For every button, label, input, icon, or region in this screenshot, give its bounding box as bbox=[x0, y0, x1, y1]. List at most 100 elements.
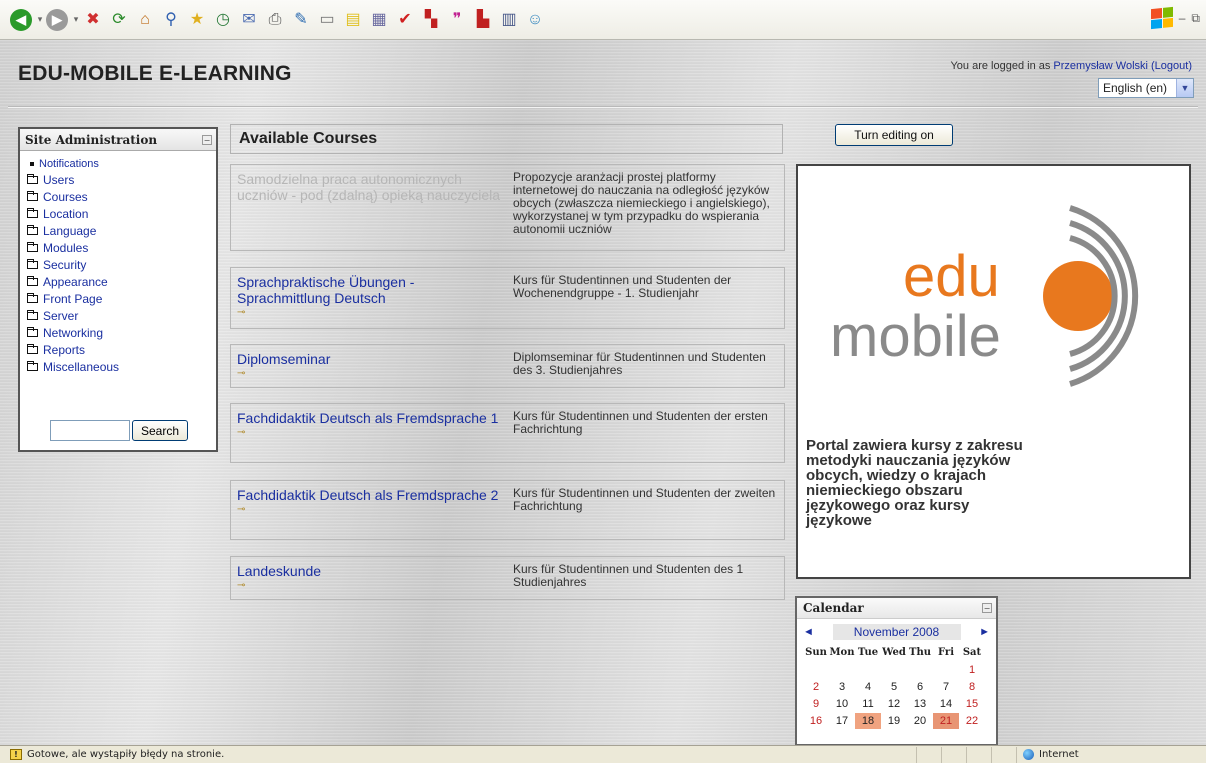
admin-item-appearance[interactable]: Appearance bbox=[27, 273, 216, 290]
folder-icon bbox=[27, 326, 38, 337]
calendar-day[interactable]: 20 bbox=[907, 713, 933, 729]
print-icon[interactable]: ⎙ bbox=[264, 9, 286, 31]
calendar-day[interactable]: 11 bbox=[855, 696, 881, 712]
calendar-empty-cell bbox=[855, 662, 881, 678]
language-select[interactable]: English (en) ▼ bbox=[1098, 78, 1194, 98]
edit-icon[interactable]: ✎ bbox=[290, 9, 312, 31]
admin-item-language[interactable]: Language bbox=[27, 222, 216, 239]
admin-search-button[interactable]: Search bbox=[132, 420, 189, 441]
admin-item-modules[interactable]: Modules bbox=[27, 239, 216, 256]
zone-label: Internet bbox=[1039, 749, 1079, 760]
admin-search: Search bbox=[50, 420, 189, 441]
course-link[interactable]: Samodzielna praca autonomicznych uczniów… bbox=[237, 171, 507, 203]
admin-item-networking[interactable]: Networking bbox=[27, 324, 216, 341]
folder-icon bbox=[27, 292, 38, 303]
course-link[interactable]: Landeskunde bbox=[237, 563, 507, 579]
calendar-day[interactable]: 10 bbox=[829, 696, 855, 712]
admin-item-users[interactable]: Users bbox=[27, 171, 216, 188]
calendar-day[interactable]: 3 bbox=[829, 679, 855, 695]
calendar-day[interactable]: 4 bbox=[855, 679, 881, 695]
translate-icon[interactable]: ▙ bbox=[472, 9, 494, 31]
folder-icon bbox=[27, 275, 38, 286]
calendar-day[interactable]: 21 bbox=[933, 713, 959, 729]
admin-item-miscellaneous[interactable]: Miscellaneous bbox=[27, 358, 216, 375]
favorites-icon[interactable]: ★ bbox=[186, 9, 208, 31]
forward-dropdown-icon[interactable]: ▾ bbox=[72, 14, 80, 25]
history-icon[interactable]: ◷ bbox=[212, 9, 234, 31]
calendar-day[interactable]: 13 bbox=[907, 696, 933, 712]
admin-search-input[interactable] bbox=[50, 420, 130, 441]
key-icon: ⊸ bbox=[237, 307, 246, 318]
admin-item-server[interactable]: Server bbox=[27, 307, 216, 324]
discuss-icon[interactable]: ▭ bbox=[316, 9, 338, 31]
calendar-day[interactable]: 9 bbox=[803, 696, 829, 712]
calendar-day[interactable]: 17 bbox=[829, 713, 855, 729]
admin-item-reports[interactable]: Reports bbox=[27, 341, 216, 358]
home-icon[interactable]: ⌂ bbox=[134, 9, 156, 31]
admin-item-notifications[interactable]: Notifications bbox=[27, 157, 216, 171]
calendar-day[interactable]: 16 bbox=[803, 713, 829, 729]
status-cell bbox=[916, 746, 941, 763]
calendar-weekday-label: Wed bbox=[882, 647, 906, 658]
calendar-day[interactable]: 14 bbox=[933, 696, 959, 712]
collapse-icon[interactable]: − bbox=[202, 134, 212, 145]
check-icon[interactable]: ✔ bbox=[394, 9, 416, 31]
calendar-day[interactable]: 18 bbox=[855, 713, 881, 729]
collapse-icon[interactable]: − bbox=[982, 603, 992, 613]
back-dropdown-icon[interactable]: ▾ bbox=[36, 14, 44, 25]
course-link[interactable]: Diplomseminar bbox=[237, 351, 507, 367]
flag-icon[interactable]: ▚ bbox=[420, 9, 442, 31]
calendar-day[interactable]: 12 bbox=[881, 696, 907, 712]
quote-icon[interactable]: ❞ bbox=[446, 9, 468, 31]
mail-icon[interactable]: ✉ bbox=[238, 9, 260, 31]
security-zone[interactable]: Internet bbox=[1016, 746, 1206, 763]
admin-item-front-page[interactable]: Front Page bbox=[27, 290, 216, 307]
course-row: Diplomseminar ⊸ Diplomseminar für Studen… bbox=[230, 344, 785, 388]
restore-icon[interactable]: ⧉ bbox=[1191, 11, 1200, 26]
calendar-day[interactable]: 2 bbox=[803, 679, 829, 695]
calendar-day[interactable]: 8 bbox=[959, 679, 985, 695]
user-profile-link[interactable]: Przemysław Wolski bbox=[1053, 60, 1148, 72]
admin-item-security[interactable]: Security bbox=[27, 256, 216, 273]
course-link[interactable]: Fachdidaktik Deutsch als Fremdsprache 2 bbox=[237, 487, 507, 503]
folder-icon bbox=[27, 309, 38, 320]
admin-item-location[interactable]: Location bbox=[27, 205, 216, 222]
messenger-icon[interactable]: ☺ bbox=[524, 9, 546, 31]
calendar-nav: ◄ November 2008 ► bbox=[797, 619, 996, 641]
course-link[interactable]: Fachdidaktik Deutsch als Fremdsprache 1 bbox=[237, 410, 507, 426]
warning-icon[interactable]: ! bbox=[10, 749, 22, 760]
forward-icon[interactable]: ▶ bbox=[46, 8, 68, 31]
folder-icon bbox=[27, 190, 38, 201]
search-icon[interactable]: ⚲ bbox=[160, 9, 182, 31]
calendar-day[interactable]: 6 bbox=[907, 679, 933, 695]
admin-item-courses[interactable]: Courses bbox=[27, 188, 216, 205]
calendar-day[interactable]: 5 bbox=[881, 679, 907, 695]
course-link[interactable]: Sprachpraktische Übungen - Sprachmittlun… bbox=[237, 274, 507, 306]
status-message[interactable]: ! Gotowe, ale wystąpiły błędy na stronie… bbox=[0, 749, 916, 760]
notes-icon[interactable]: ▤ bbox=[342, 9, 364, 31]
back-icon[interactable]: ◀ bbox=[10, 8, 32, 31]
calendar-month[interactable]: November 2008 bbox=[832, 624, 961, 640]
folder-icon bbox=[27, 360, 38, 371]
research-icon[interactable]: ▦ bbox=[368, 9, 390, 31]
stop-icon[interactable]: ✖ bbox=[82, 9, 104, 31]
admin-menu: Notifications Users Courses Location Lan… bbox=[20, 151, 216, 375]
calendar-day[interactable]: 15 bbox=[959, 696, 985, 712]
turn-editing-on-button[interactable]: Turn editing on bbox=[835, 124, 953, 146]
minimize-icon[interactable]: – bbox=[1179, 11, 1186, 25]
calendar-day[interactable]: 22 bbox=[959, 713, 985, 729]
prev-month-icon[interactable]: ◄ bbox=[803, 626, 814, 638]
refresh-icon[interactable]: ⟳ bbox=[108, 9, 130, 31]
chevron-down-icon[interactable]: ▼ bbox=[1176, 79, 1193, 97]
logout-link[interactable]: (Logout) bbox=[1151, 60, 1192, 72]
next-month-icon[interactable]: ► bbox=[979, 626, 990, 638]
calendar-day[interactable]: 19 bbox=[881, 713, 907, 729]
books-icon[interactable]: ▥ bbox=[498, 9, 520, 31]
key-icon: ⊸ bbox=[237, 580, 246, 591]
window-controls: – ⧉ bbox=[1150, 6, 1200, 30]
header-divider bbox=[8, 106, 1198, 108]
calendar-day[interactable]: 7 bbox=[933, 679, 959, 695]
folder-icon bbox=[27, 241, 38, 252]
calendar-block: Calendar − ◄ November 2008 ► Sun Mon Tue We… bbox=[795, 596, 998, 746]
calendar-day[interactable]: 1 bbox=[959, 662, 985, 678]
